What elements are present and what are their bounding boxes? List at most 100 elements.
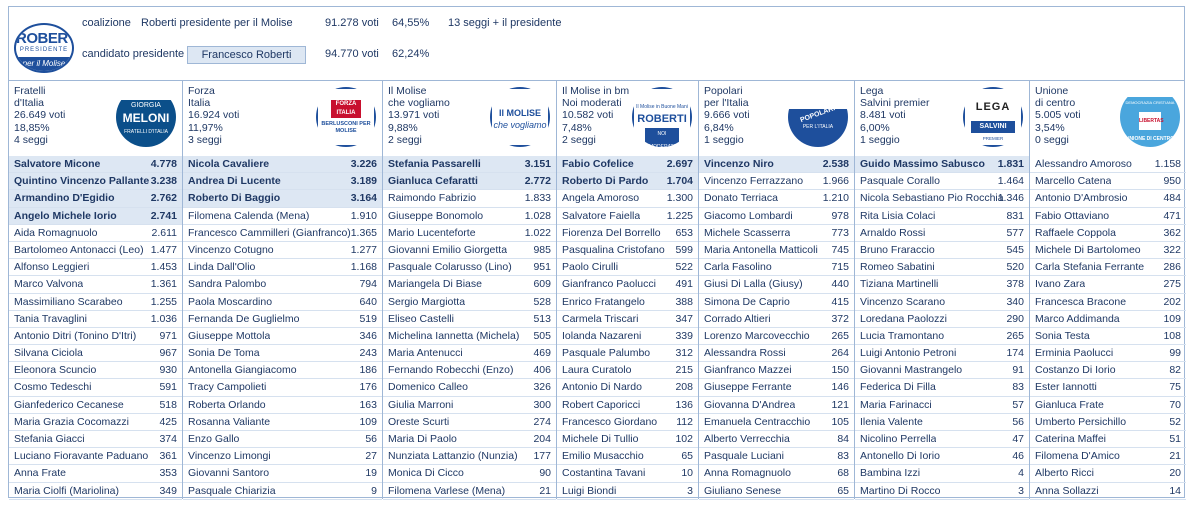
candidate-name: Emilio Musacchio [562, 450, 644, 463]
candidate-name: Arnaldo Rossi [860, 226, 926, 239]
candidate-name: Roberto Di Pardo [562, 175, 649, 188]
candidate-votes: 3 [1018, 484, 1024, 497]
candidate-row: Maria Antenucci 469 [383, 345, 556, 363]
candidate-votes: 121 [831, 398, 849, 411]
logo-line3: NOI MODERATI [645, 128, 679, 147]
elected-candidate-row: Andrea Di Lucente 3.189 [183, 173, 382, 191]
party-info: Lega Salvini premier 8.481 voti 6,00% 1 segg… [860, 85, 929, 146]
candidate-votes: 84 [837, 433, 849, 445]
coalition-votes: 91.278 voti [325, 17, 379, 29]
candidate-name: Quintino Vincenzo Pallante [14, 175, 150, 188]
candidate-votes: 99 [1169, 347, 1181, 360]
candidate-votes: 522 [675, 261, 693, 274]
candidate-votes: 208 [675, 381, 693, 394]
candidate-name: Gianluca Cefaratti [388, 175, 478, 188]
candidate-row: Fiorenza Del Borrello 653 [557, 225, 698, 242]
candidate-votes: 136 [675, 398, 693, 411]
party-name-line2: Noi moderati [562, 97, 622, 110]
candidate-votes: 971 [159, 329, 177, 342]
candidate-votes: 1.910 [350, 209, 377, 222]
candidate-votes: 1.831 [997, 158, 1024, 170]
candidate-row: Costantina Tavani 10 [557, 465, 698, 483]
candidate-votes: 2.741 [150, 209, 177, 222]
candidate-row: Mariangela Di Biase 609 [383, 276, 556, 294]
candidate-name: Alessandro Amoroso [1035, 158, 1132, 170]
candidate-row: Romeo Sabatini 520 [855, 259, 1029, 277]
candidate-name: Emanuela Centracchio [704, 415, 811, 428]
candidate-name: Salvatore Micone [14, 158, 101, 170]
candidate-name: Maria Ciolfi (Mariolina) [14, 484, 120, 497]
candidate-votes: 1.168 [350, 261, 377, 274]
candidate-name: Corrado Altieri [704, 312, 771, 325]
candidate-votes: 831 [1006, 209, 1024, 222]
candidate-row: Angela Amoroso 1.300 [557, 190, 698, 208]
candidate-row: Antonio Ditri (Tonino D'Itri) 971 [9, 328, 182, 346]
candidate-name: Carmela Triscari [562, 312, 639, 325]
candidate-row: Roberta Orlando 163 [183, 397, 382, 414]
candidate-votes: 505 [533, 329, 551, 342]
candidate-votes: 1.300 [666, 192, 693, 205]
candidate-votes: 362 [1163, 226, 1181, 239]
elected-candidate-row: Vincenzo Niro 2.538 [699, 156, 854, 174]
candidate-name: Enrico Fratangelo [562, 295, 645, 308]
candidate-row: Carla Stefania Ferrante 286 [1030, 259, 1186, 277]
candidate-name: Angela Amoroso [562, 192, 640, 205]
candidate-row: Pasquale Luciani 83 [699, 448, 854, 466]
candidate-votes: 1.966 [822, 175, 849, 188]
candidate-name: Iolanda Nazareni [562, 329, 642, 342]
candidate-votes: 1.704 [666, 175, 693, 188]
candidate-votes: 520 [1006, 261, 1024, 274]
candidate-row: Marco Valvona 1.361 [9, 276, 182, 294]
candidate-row: Giuliano Senese 65 [699, 483, 854, 500]
candidate-name: Giovanni Emilio Giorgetta [388, 243, 508, 256]
candidate-name: Bambina Izzi [860, 467, 921, 480]
candidate-row: Michele Di Bartolomeo 322 [1030, 242, 1186, 260]
candidate-name: Costantina Tavani [562, 467, 646, 480]
logo-name: ROBERTI [16, 30, 74, 47]
candidate-row: Aida Romagnuolo 2.611 [9, 225, 182, 242]
candidate-votes: 3.226 [350, 158, 377, 170]
candidate-votes: 519 [359, 312, 377, 325]
candidate-row: Pasquale Chiarizia 9 [183, 483, 382, 500]
party-votes: 10.582 voti [562, 109, 614, 122]
candidate-name: Raimondo Fabrizio [388, 192, 477, 205]
candidate-votes: 146 [831, 381, 849, 394]
candidate-votes: 340 [1006, 295, 1024, 308]
candidate-votes: 2.611 [151, 226, 178, 239]
candidate-row: Lucia Tramontano 265 [855, 328, 1029, 346]
party-pct: 3,54% [1035, 121, 1065, 134]
candidate-votes: 349 [159, 484, 177, 497]
candidate-row: Bartolomeo Antonacci (Leo) 1.477 [9, 242, 182, 260]
elected-candidate-row: Nicola Cavaliere 3.226 [183, 156, 382, 174]
candidate-row: Giovanni Mastrangelo 91 [855, 362, 1029, 380]
candidate-name: Antonello Di Iorio [860, 450, 940, 463]
candidate-votes: 1.477 [150, 243, 177, 256]
candidate-name: Giulia Marroni [388, 398, 454, 411]
candidate-name: Rita Lisia Colaci [860, 209, 936, 222]
candidate-row: Emanuela Centracchio 105 [699, 414, 854, 431]
candidate-name: Pasquale Palumbo [562, 347, 651, 360]
candidate-name: Stefania Giacci [14, 433, 85, 445]
candidate-votes: 264 [831, 347, 849, 360]
candidate-row: Costanzo Di Iorio 82 [1030, 362, 1186, 380]
party-pct: 6,84% [704, 121, 734, 134]
candidate-votes: 9 [371, 484, 377, 497]
candidate-votes: 1.365 [350, 226, 377, 239]
candidate-votes: 773 [831, 226, 849, 239]
party-logo: Il Molise in Buone Mani ROBERTI NOI MODERA… [632, 87, 692, 147]
candidate-row: Eleonora Scuncio 930 [9, 362, 182, 380]
candidate-name: Pasquale Corallo [860, 175, 940, 188]
party-seats: 1 seggio [704, 133, 744, 146]
candidate-row: Erminia Paolucci 99 [1030, 345, 1186, 363]
candidate-votes: 469 [533, 347, 551, 360]
elected-candidate-row: Gianluca Cefaratti 2.772 [383, 173, 556, 191]
candidate-name: Vincenzo Cotugno [188, 243, 274, 256]
candidate-votes: 83 [1012, 381, 1024, 394]
candidate-votes: 745 [831, 243, 849, 256]
candidate-votes: 109 [359, 415, 377, 428]
candidate-row: Vincenzo Cotugno 1.277 [183, 242, 382, 260]
candidate-name: Nicola Sebastiano Pio Rocchia [860, 192, 1004, 205]
party-votes: 9.666 voti [704, 109, 750, 122]
candidate-votes: 339 [675, 329, 693, 342]
candidate-name: Roberto Di Baggio [188, 192, 281, 205]
